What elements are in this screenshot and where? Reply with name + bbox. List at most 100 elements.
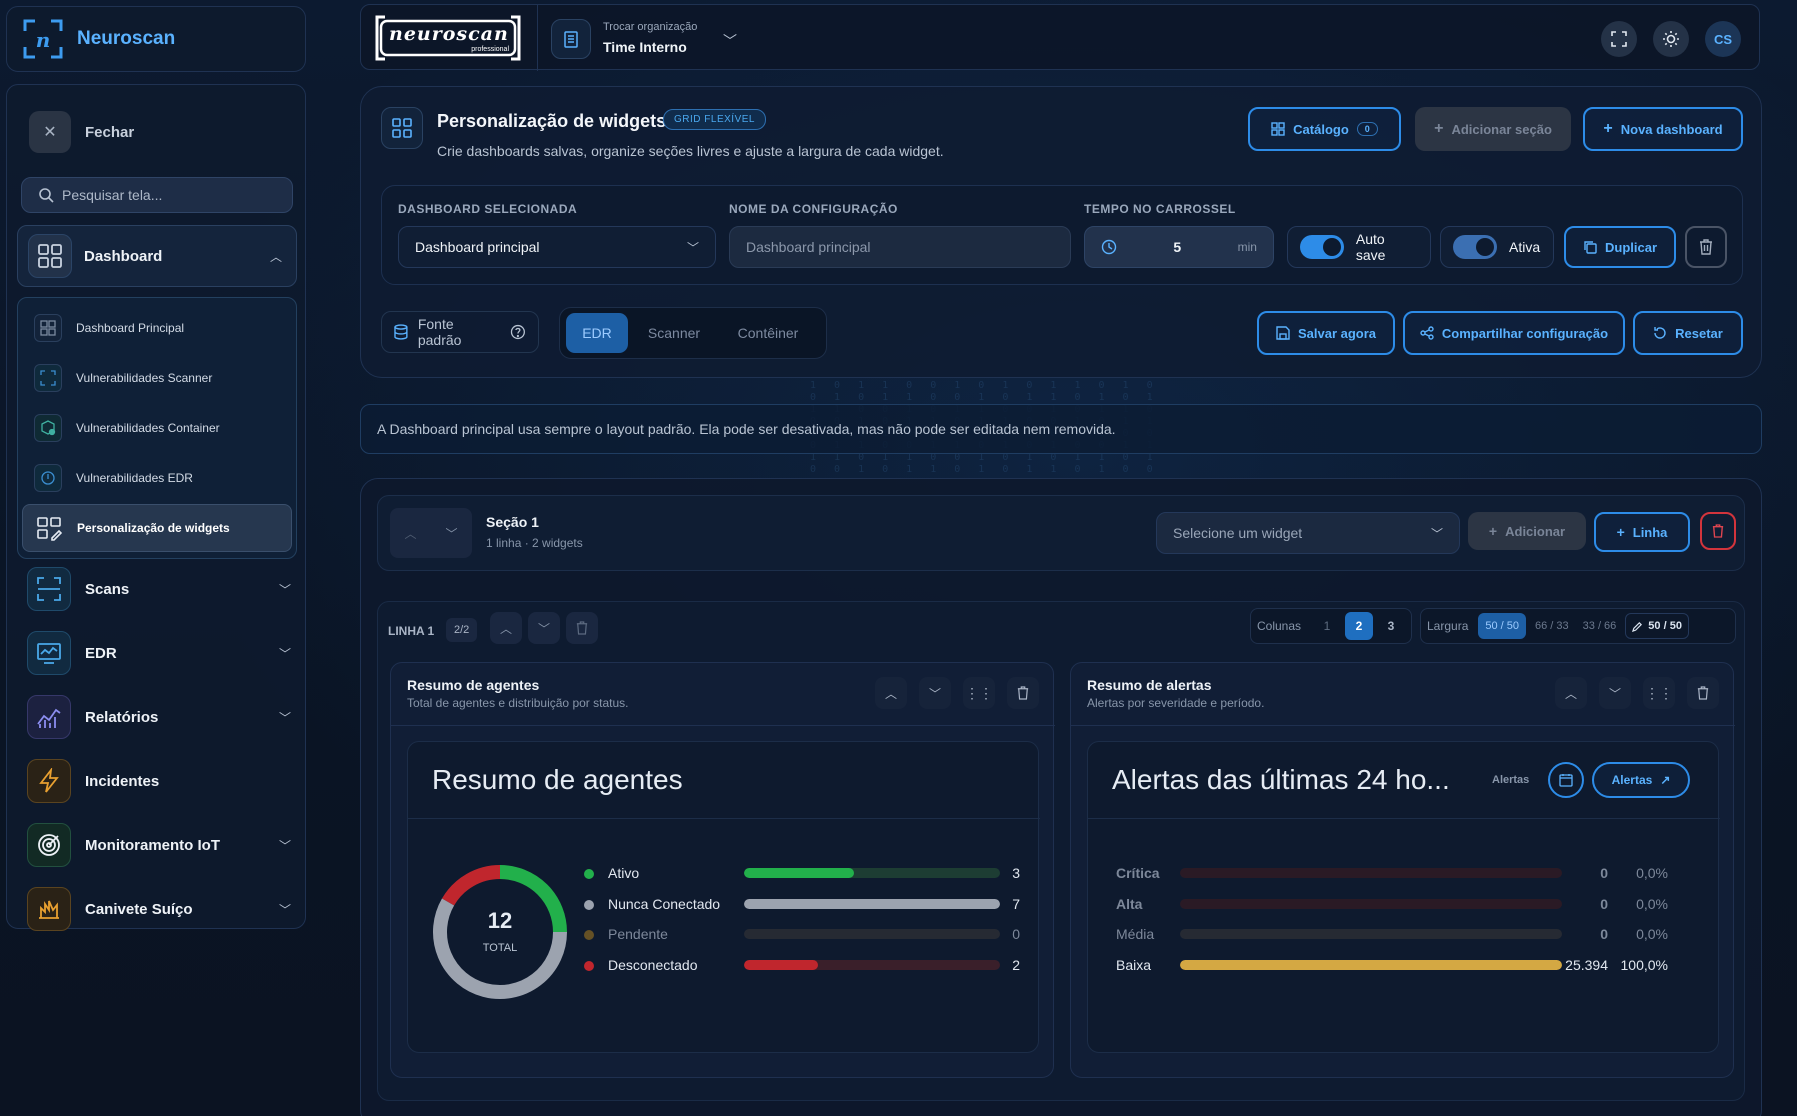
drag-handle-icon[interactable]: ⋮⋮ bbox=[1643, 677, 1675, 709]
severity-label: Alta bbox=[1116, 895, 1143, 912]
sidebar-item-vuln-edr[interactable]: Vulnerabilidades EDR bbox=[22, 456, 292, 500]
active-switch[interactable] bbox=[1453, 235, 1497, 259]
save-now-button[interactable]: Salvar agora bbox=[1257, 311, 1395, 355]
agents-legend-row: Ativo 3 bbox=[584, 864, 1024, 884]
carousel-input[interactable]: 5 min bbox=[1084, 226, 1274, 268]
widget-move-down-button[interactable]: ﹀ bbox=[1599, 677, 1631, 709]
delete-section-button[interactable] bbox=[1700, 512, 1736, 550]
columns-option-1[interactable]: 1 bbox=[1313, 612, 1341, 640]
add-widget-button[interactable]: + Adicionar bbox=[1468, 512, 1586, 550]
severity-percent: 0,0% bbox=[1636, 865, 1668, 881]
widget-title: Resumo de agentes bbox=[407, 677, 540, 693]
carousel-unit: min bbox=[1237, 240, 1257, 254]
active-toggle[interactable]: Ativa bbox=[1440, 226, 1554, 268]
severity-bar-fill bbox=[1180, 959, 1562, 970]
line-down-button[interactable]: ﹀ bbox=[528, 612, 560, 644]
tab-scanner[interactable]: Scanner bbox=[634, 313, 714, 353]
sidebar-section-iot[interactable]: Monitoramento IoT ﹀ bbox=[27, 823, 291, 867]
scan-icon bbox=[27, 567, 71, 611]
widget-delete-button[interactable] bbox=[1007, 677, 1039, 709]
widget-move-up-button[interactable]: ︿ bbox=[875, 677, 907, 709]
catalog-label: Catálogo bbox=[1293, 121, 1349, 137]
autosave-switch[interactable] bbox=[1300, 235, 1344, 259]
sidebar-item-dashboard-principal[interactable]: Dashboard Principal bbox=[22, 306, 292, 350]
width-option-33-66[interactable]: 33 / 66 bbox=[1578, 613, 1622, 639]
drag-handle-icon[interactable]: ⋮⋮ bbox=[963, 677, 995, 709]
width-custom-value: 50 / 50 bbox=[1648, 620, 1682, 632]
sidebar-item-vuln-container[interactable]: Vulnerabilidades Container bbox=[22, 406, 292, 450]
sidebar-section-scans[interactable]: Scans ﹀ bbox=[27, 567, 291, 611]
fullscreen-icon bbox=[1611, 31, 1627, 47]
sidebar-search[interactable]: Pesquisar tela... bbox=[21, 177, 293, 213]
width-custom[interactable]: 50 / 50 bbox=[1625, 613, 1689, 639]
chevron-down-icon: ﹀ bbox=[278, 646, 291, 661]
nav-label: Scans bbox=[85, 580, 130, 598]
autosave-toggle[interactable]: Auto save bbox=[1287, 226, 1431, 268]
alerts-link-button[interactable]: Alertas ↗ bbox=[1592, 762, 1690, 798]
chevron-down-icon[interactable]: ﹀ bbox=[445, 525, 457, 542]
add-section-button[interactable]: + Adicionar seção bbox=[1415, 107, 1571, 151]
nav-label: Monitoramento IoT bbox=[85, 836, 220, 854]
agents-card: Resumo de agentes 12 TOTAL Ativo 3 Nunca C… bbox=[407, 741, 1040, 1053]
legend-dot bbox=[584, 960, 594, 971]
chevron-up-icon[interactable]: ︿ bbox=[404, 525, 416, 542]
sidebar-section-incidentes[interactable]: Incidentes bbox=[27, 759, 291, 803]
trash-icon bbox=[1017, 686, 1029, 700]
sidebar-section-relatorios[interactable]: Relatórios ﹀ bbox=[27, 695, 291, 739]
section-header: ︿ ﹀ Seção 1 1 linha · 2 widgets Selecion… bbox=[377, 495, 1745, 571]
fullscreen-button[interactable] bbox=[1601, 21, 1637, 57]
legend-bar bbox=[744, 868, 1000, 878]
dashboard-select[interactable]: Dashboard principal ﹀ bbox=[398, 226, 716, 268]
widget-move-down-button[interactable]: ﹀ bbox=[919, 677, 951, 709]
neuroscan-logo[interactable]: neuroscan professional bbox=[375, 15, 521, 61]
calendar-button[interactable] bbox=[1548, 762, 1584, 798]
catalog-button[interactable]: Catálogo 0 bbox=[1248, 107, 1401, 151]
widget-alerts: Resumo de alertas Alertas por severidade… bbox=[1070, 662, 1735, 1078]
columns-option-3[interactable]: 3 bbox=[1377, 612, 1405, 640]
alerts-tag: Alertas bbox=[1492, 774, 1530, 786]
share-config-button[interactable]: Compartilhar configuração bbox=[1403, 311, 1625, 355]
search-input[interactable]: Pesquisar tela... bbox=[62, 187, 162, 203]
help-icon[interactable] bbox=[510, 324, 526, 340]
legend-dot bbox=[584, 869, 594, 879]
sidebar-section-canivete[interactable]: Canivete Suíço ﹀ bbox=[27, 887, 291, 931]
sidebar-item-vuln-scanner[interactable]: Vulnerabilidades Scanner bbox=[22, 356, 292, 400]
width-option-66-33[interactable]: 66 / 33 bbox=[1530, 613, 1574, 639]
sidebar-section-dashboard[interactable]: Dashboard ︿ bbox=[17, 225, 297, 287]
trash-icon bbox=[1712, 524, 1724, 538]
widget-delete-button[interactable] bbox=[1687, 677, 1719, 709]
default-source[interactable]: Fonte padrão bbox=[381, 311, 539, 353]
widget-move-up-button[interactable]: ︿ bbox=[1555, 677, 1587, 709]
new-dashboard-button[interactable]: + Nova dashboard bbox=[1583, 107, 1743, 151]
theme-toggle-button[interactable] bbox=[1653, 21, 1689, 57]
chevron-down-icon: ﹀ bbox=[278, 902, 291, 917]
delete-dashboard-button[interactable] bbox=[1685, 226, 1727, 268]
tab-edr[interactable]: EDR bbox=[566, 313, 628, 353]
tab-container[interactable]: Contêiner bbox=[720, 313, 816, 353]
agents-legend-row: Nunca Conectado 7 bbox=[584, 895, 1024, 915]
brand-logo-icon[interactable]: n bbox=[21, 17, 65, 61]
sidebar-section-edr[interactable]: EDR ﹀ bbox=[27, 631, 291, 675]
container-icon bbox=[34, 414, 62, 442]
org-switcher[interactable]: Trocar organização Time Interno ﹀ bbox=[551, 19, 741, 59]
brand-panel: n Neuroscan bbox=[6, 6, 306, 72]
sidebar-close-button[interactable]: ✕ Fechar bbox=[29, 111, 134, 153]
config-bar: DASHBOARD SELECIONADA Dashboard principa… bbox=[381, 185, 1743, 285]
nav-label: Relatórios bbox=[85, 708, 159, 726]
width-option-50-50[interactable]: 50 / 50 bbox=[1478, 613, 1527, 639]
add-line-button[interactable]: + Linha bbox=[1594, 512, 1690, 552]
config-name-input[interactable]: Dashboard principal bbox=[729, 226, 1071, 268]
duplicate-button[interactable]: Duplicar bbox=[1564, 226, 1676, 268]
svg-text:n: n bbox=[36, 28, 51, 52]
widget-agents: Resumo de agentes Total de agentes e dis… bbox=[390, 662, 1055, 1078]
severity-bar bbox=[1180, 929, 1562, 939]
line-delete-button[interactable] bbox=[566, 612, 598, 644]
columns-option-2[interactable]: 2 bbox=[1345, 612, 1373, 640]
widget-select[interactable]: Selecione um widget ﹀ bbox=[1156, 512, 1460, 554]
reset-button[interactable]: Resetar bbox=[1633, 311, 1743, 355]
brand-name: Neuroscan bbox=[77, 28, 176, 49]
sidebar-item-personalizacao-widgets[interactable]: Personalização de widgets bbox=[22, 504, 292, 552]
line-up-button[interactable]: ︿ bbox=[490, 612, 522, 644]
chevron-up-icon: ︿ bbox=[269, 250, 282, 264]
user-avatar[interactable]: CS bbox=[1705, 21, 1741, 57]
